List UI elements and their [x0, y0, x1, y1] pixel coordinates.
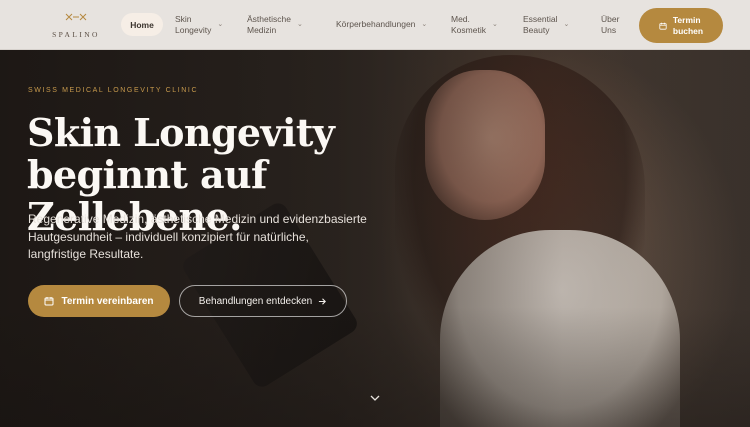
nav-label-essential-1: Essential: [523, 13, 558, 24]
hero-bottom-fade: [0, 307, 750, 427]
nav-item-essential[interactable]: Essential Beauty ⌄: [523, 0, 569, 50]
nav-label-about-2: Uns: [601, 25, 617, 35]
logo-mark-icon: [65, 13, 87, 21]
nav-item-aesthetic[interactable]: Ästhetische Medizin ⌄: [247, 0, 303, 50]
schedule-appointment-button[interactable]: Termin vereinbaren: [28, 285, 170, 317]
hero-subtext: Regenerative Medizin, ästhetische Medizi…: [28, 212, 367, 261]
calendar-icon: [659, 22, 667, 30]
nav-item-home[interactable]: Home: [121, 13, 163, 36]
book-appointment-label-2: buchen: [672, 25, 704, 36]
chevron-down-icon: ⌄: [217, 21, 224, 29]
scroll-down-chevron-icon[interactable]: [368, 391, 382, 405]
chevron-down-icon: ⌄: [421, 21, 428, 29]
logo-text: SPALINO: [52, 30, 100, 39]
nav-label-about-1: Über: [601, 13, 620, 24]
nav-item-body[interactable]: Körperbehandlungen ⌄: [336, 0, 427, 50]
site-header: SPALINO Home Skin Longevity ⌄ Ästhetisch…: [0, 0, 750, 50]
hero-headline-line1: Skin Longevity: [27, 110, 335, 155]
nav-label-aesthetic-2: Medizin: [247, 25, 277, 35]
nav-label-aesthetic-1: Ästhetische: [247, 13, 291, 24]
nav-item-about[interactable]: Über Uns: [601, 0, 619, 50]
discover-treatments-button[interactable]: Behandlungen entdecken: [179, 285, 347, 317]
nav-item-med-cosmetic[interactable]: Med. Kosmetik ⌄: [451, 0, 498, 50]
hero-eyebrow: SWISS MEDICAL LONGEVITY CLINIC: [28, 87, 199, 94]
arrow-right-icon: [319, 297, 327, 305]
calendar-icon: [44, 297, 54, 306]
nav-label-med-cosmetic-1: Med.: [451, 13, 470, 24]
schedule-appointment-label: Termin vereinbaren: [61, 295, 154, 307]
logo[interactable]: SPALINO: [48, 12, 104, 42]
book-appointment-button[interactable]: Termin buchen: [639, 8, 723, 43]
discover-treatments-label: Behandlungen entdecken: [198, 295, 313, 307]
chevron-down-icon: ⌄: [563, 21, 570, 29]
nav-label-essential-2: Beauty: [523, 25, 550, 35]
nav-item-skin-longevity[interactable]: Skin Longevity ⌄: [175, 0, 223, 50]
book-appointment-label-1: Termin: [672, 14, 701, 25]
chevron-down-icon: ⌄: [491, 21, 498, 29]
nav-label-body: Körperbehandlungen: [336, 19, 416, 30]
chevron-down-icon: ⌄: [296, 21, 303, 29]
nav-label-skin-longevity-1: Skin: [175, 13, 192, 24]
nav-label-skin-longevity-2: Longevity: [175, 25, 212, 35]
nav-label-med-cosmetic-2: Kosmetik: [451, 25, 486, 35]
